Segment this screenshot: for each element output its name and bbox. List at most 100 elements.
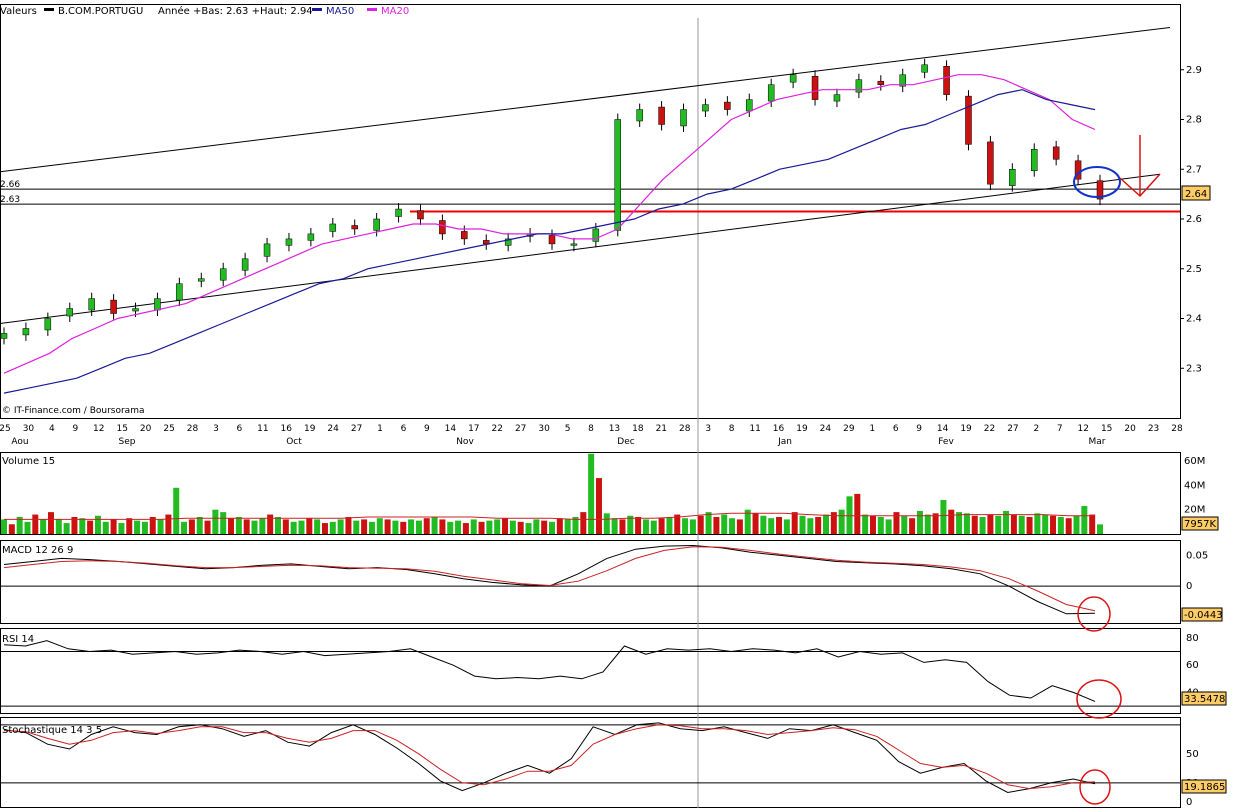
volume-bar	[63, 523, 70, 534]
volume-bar	[760, 515, 767, 534]
x-tick-month: Dec	[617, 437, 634, 447]
rsi-panel-tick-label: 80	[1186, 633, 1199, 644]
level-label: 2.63	[0, 195, 20, 205]
x-tick-month: Aou	[11, 437, 28, 447]
candle-body	[680, 109, 687, 127]
candle-body	[241, 258, 249, 271]
macd-title: MACD 12 26 9	[2, 545, 73, 556]
volume-bar	[275, 516, 281, 534]
volume-bar	[689, 519, 696, 534]
volume-bar	[55, 519, 62, 534]
volume-bar	[509, 520, 516, 534]
x-tick-month: Jan	[777, 437, 792, 447]
volume-bar	[400, 521, 407, 534]
ma20-swatch	[367, 8, 377, 11]
candle-body	[724, 101, 731, 110]
legend-annee: Année +Bas: 2.63 +Haut: 2.94	[158, 5, 313, 17]
volume-bar	[901, 515, 908, 534]
volume-bar	[713, 516, 720, 534]
legend-ma20: MA20	[381, 6, 409, 17]
x-tick-day: 29	[843, 424, 855, 434]
price-tick-label: 2.5	[1186, 264, 1202, 275]
volume-bar	[1018, 515, 1025, 534]
x-tick-day: 1	[869, 424, 875, 434]
candle-body	[833, 94, 841, 102]
stoch-panel-tick-label: 50	[1186, 749, 1199, 760]
volume-bar	[869, 515, 876, 534]
volume-bar	[267, 514, 274, 534]
candle-body	[132, 308, 139, 312]
volume-bar	[431, 516, 438, 534]
x-tick-day: 11	[257, 424, 268, 434]
candle-body	[702, 104, 709, 112]
volume-bar	[971, 515, 978, 534]
volume-bar	[791, 512, 798, 534]
x-tick-day: 18	[632, 424, 644, 434]
volume-bar	[243, 519, 250, 534]
x-tick-day: 17	[468, 424, 479, 434]
volume-bar	[118, 523, 125, 534]
candle-body	[461, 231, 468, 240]
volume-bar	[353, 520, 360, 534]
volume-bar	[549, 521, 555, 534]
volume-bar	[212, 509, 219, 534]
candle-body	[263, 243, 271, 257]
volume-bar	[494, 519, 501, 534]
candle-body	[439, 220, 446, 235]
candle-body	[66, 308, 74, 317]
x-tick-day: 16	[281, 424, 293, 434]
candle-body	[987, 141, 994, 185]
volume-panel: 60M 40M 20M	[1, 453, 1205, 534]
volume-bar	[384, 519, 391, 534]
volume-bar	[697, 515, 704, 534]
volume-bar	[392, 520, 399, 534]
volume-bar	[87, 520, 94, 534]
macd-circle-annotation	[1077, 596, 1111, 632]
volume-bar	[337, 519, 344, 534]
volume-bar	[736, 519, 743, 534]
rsi-circle-annotation	[1076, 679, 1122, 719]
candle-body	[943, 66, 950, 95]
volume-bar	[776, 516, 783, 534]
volume-bar	[220, 512, 227, 534]
rsi-panel-tick-label: 60	[1186, 660, 1199, 671]
rsi-title: RSI 14	[2, 634, 34, 645]
volume-bar	[368, 521, 375, 534]
x-tick-day: 20	[140, 424, 152, 434]
volume-bar	[181, 521, 188, 534]
volume-bar	[1026, 516, 1033, 534]
volume-bar	[1089, 514, 1096, 534]
volume-bar	[1034, 513, 1041, 534]
volume-bar	[314, 519, 321, 534]
rsi-panel-frame	[0, 628, 1181, 714]
volume-bar	[470, 519, 477, 534]
volume-bar	[298, 520, 305, 534]
candle-body	[176, 283, 183, 301]
x-tick-month: Fev	[938, 437, 954, 447]
candle-body	[482, 240, 490, 245]
candle-body	[811, 75, 819, 100]
volume-bar	[8, 524, 15, 534]
candle-body	[548, 235, 556, 245]
x-tick-day: 21	[656, 424, 667, 434]
candle-body	[658, 106, 665, 125]
candle-body	[329, 223, 337, 232]
candle-body	[1052, 146, 1060, 160]
x-tick-day: 22	[492, 424, 503, 434]
candle-body	[22, 328, 30, 336]
volume-tick-label: 20M	[1184, 505, 1205, 516]
volume-bar	[188, 519, 195, 534]
stoch-panel-tick-label: 0	[1186, 797, 1192, 808]
candle-body	[789, 74, 797, 83]
legend-valeurs: Valeurs	[0, 6, 37, 17]
macd-panel-series-line	[3, 544, 1096, 615]
volume-bar	[642, 519, 649, 534]
volume-bar	[768, 518, 775, 534]
volume-bar	[799, 515, 806, 534]
volume-bar	[580, 512, 587, 534]
x-tick-day: 14	[937, 424, 949, 434]
price-panel: 2.9 2.8 2.7 2.6 2.5 2.4 2.3 2.66 2.63	[0, 26, 1202, 394]
volume-tick-label: 60M	[1184, 456, 1205, 467]
volume-bar	[877, 516, 884, 534]
volume-bar	[823, 514, 829, 534]
